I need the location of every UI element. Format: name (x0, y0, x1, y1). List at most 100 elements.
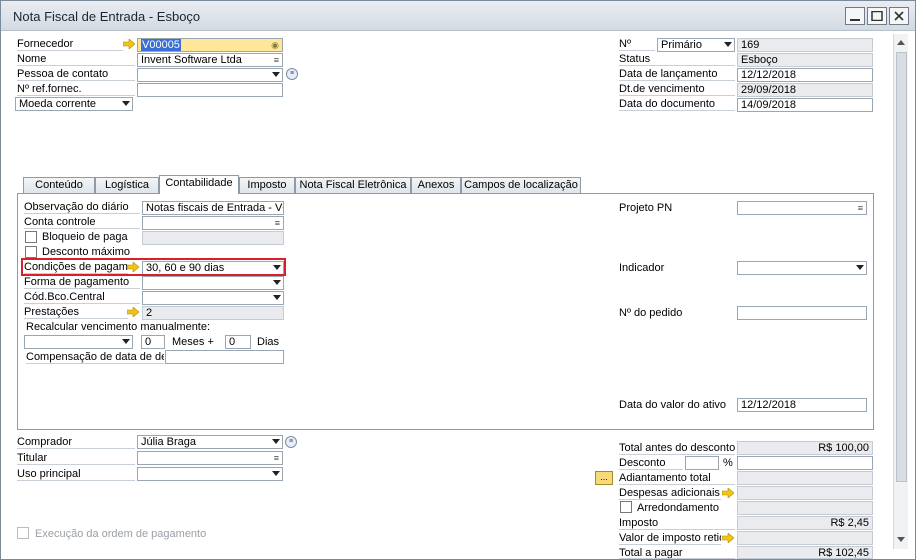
dropdown-arrow-icon (724, 42, 732, 47)
forma-pagamento-select[interactable] (142, 276, 284, 290)
cod-bco-select[interactable] (142, 291, 284, 305)
scroll-down-icon[interactable] (897, 537, 905, 542)
conta-controle-input[interactable]: ≡ (142, 216, 284, 230)
meses-input[interactable]: 0 (141, 335, 165, 349)
prestacoes-field: 2 (142, 306, 284, 320)
nome-value: Invent Software Ltda (141, 54, 242, 66)
obs-diario-label: Observação do diário (24, 201, 140, 214)
valor-retido-label: Valor de imposto retido (619, 532, 721, 545)
lines-icon[interactable]: ≡ (274, 56, 279, 65)
data-documento-value: 14/09/2018 (741, 99, 797, 111)
num-pedido-label: Nº do pedido (619, 307, 683, 319)
projeto-pn-input[interactable]: ≡ (737, 201, 867, 215)
desconto-maximo-checkbox[interactable] (25, 246, 37, 258)
recalcular-select[interactable] (24, 335, 133, 349)
minimize-button[interactable] (845, 7, 865, 25)
obs-diario-input[interactable]: Notas fiscais de Entrada - V0000 (142, 201, 284, 215)
nome-field[interactable]: Invent Software Ltda ≡ (137, 53, 283, 67)
tab-conteudo[interactable]: Conteúdo (23, 177, 95, 194)
dias-value: 0 (229, 336, 236, 348)
choose-from-list-icon[interactable]: ◉ (271, 41, 279, 50)
ref-fornec-label: Nº ref.fornec. (17, 83, 135, 96)
fornecedor-field[interactable]: V00005 ◉ (137, 38, 283, 52)
tab-nota-fiscal-eletronica[interactable]: Nota Fiscal Eletrônica (295, 177, 411, 194)
titular-label: Titular (17, 452, 135, 465)
tab-campos-localizacao[interactable]: Campos de localização (461, 177, 581, 194)
valor-retido-field (737, 531, 873, 545)
details-circle-icon[interactable]: ≡ (286, 68, 298, 80)
dropdown-arrow-icon (272, 72, 280, 77)
link-arrow-icon[interactable] (127, 307, 139, 317)
dropdown-arrow-icon (273, 280, 281, 285)
vertical-scrollbar[interactable] (893, 34, 908, 549)
numero-value: 169 (741, 39, 760, 51)
tab-anexos[interactable]: Anexos (411, 177, 461, 194)
comprador-value: Júlia Braga (141, 436, 197, 448)
close-button[interactable] (889, 7, 909, 25)
tab-contabilidade[interactable]: Contabilidade (159, 175, 239, 194)
arredondamento-checkbox[interactable] (620, 501, 632, 513)
data-lancamento-label: Data de lançamento (619, 68, 735, 81)
projeto-pn-label: Projeto PN (619, 202, 673, 214)
dt-vencimento-input[interactable]: 29/09/2018 (737, 83, 873, 97)
data-lancamento-input[interactable]: 12/12/2018 (737, 68, 873, 82)
tab-contabilidade-label: Contabilidade (165, 177, 233, 189)
dropdown-arrow-icon (856, 265, 864, 270)
pessoa-contato-select[interactable] (137, 68, 283, 82)
moeda-select[interactable]: Moeda corrente (15, 97, 133, 111)
titular-input[interactable]: ≡ (137, 451, 283, 465)
dropdown-arrow-icon (122, 339, 130, 344)
bloqueio-checkbox[interactable] (25, 231, 37, 243)
pessoa-contato-label: Pessoa de contato (17, 68, 135, 81)
execucao-checkbox[interactable] (17, 527, 29, 539)
conta-controle-label: Conta controle (24, 216, 140, 229)
adiantamento-field (737, 471, 873, 485)
arredondamento-field (737, 501, 873, 515)
cod-bco-label: Cód.Bco.Central (24, 291, 140, 304)
dt-vencimento-label: Dt.de vencimento (619, 83, 735, 96)
numero-field[interactable]: 169 (737, 38, 873, 52)
scroll-up-icon[interactable] (897, 40, 905, 45)
total-pagar-label: Total a pagar (619, 547, 735, 559)
dropdown-arrow-icon (273, 295, 281, 300)
total-antes-label: Total antes do desconto (619, 442, 735, 455)
scroll-thumb[interactable] (896, 52, 907, 482)
num-pedido-input[interactable] (737, 306, 867, 320)
adiantamento-label: Adiantamento total (619, 472, 735, 485)
maximize-button[interactable] (867, 7, 887, 25)
close-icon (894, 11, 904, 21)
indicador-select[interactable] (737, 261, 867, 275)
link-arrow-icon[interactable] (722, 533, 734, 543)
series-select[interactable]: Primário (657, 38, 735, 52)
uso-principal-label: Uso principal (17, 468, 135, 481)
data-documento-input[interactable]: 14/09/2018 (737, 98, 873, 112)
link-arrow-icon[interactable] (123, 39, 135, 49)
lines-icon[interactable]: ≡ (275, 219, 280, 228)
details-circle-icon[interactable]: ≡ (285, 436, 297, 448)
forma-pagamento-label: Forma de pagamento (24, 276, 140, 289)
lines-icon[interactable]: ≡ (858, 204, 863, 213)
data-valor-ativo-input[interactable]: 12/12/2018 (737, 398, 867, 412)
comprador-select[interactable]: Júlia Braga (137, 435, 283, 449)
desconto-value-input[interactable] (737, 456, 873, 470)
ref-fornec-input[interactable] (137, 83, 283, 97)
tab-logistica[interactable]: Logística (95, 177, 159, 194)
tab-conteudo-label: Conteúdo (35, 179, 83, 191)
compensacao-input[interactable] (165, 350, 284, 364)
adiantamento-button[interactable]: ... (595, 471, 613, 485)
tab-imposto[interactable]: Imposto (239, 177, 295, 194)
invoice-window: Nota Fiscal de Entrada - Esboço Forneced… (0, 0, 916, 560)
prestacoes-label: Prestações (24, 306, 128, 319)
total-pagar-value: R$ 102,45 (818, 547, 869, 559)
uso-principal-select[interactable] (137, 467, 283, 481)
tab-imposto-label: Imposto (247, 179, 287, 191)
dias-input[interactable]: 0 (225, 335, 251, 349)
execucao-label: Execução da ordem de pagamento (35, 528, 207, 540)
desconto-pct-input[interactable] (685, 456, 719, 470)
dt-vencimento-value: 29/09/2018 (741, 84, 797, 96)
despesas-label: Despesas adicionais (619, 487, 721, 500)
link-arrow-icon[interactable] (722, 488, 734, 498)
window-title: Nota Fiscal de Entrada - Esboço (13, 9, 201, 24)
lines-icon[interactable]: ≡ (274, 454, 279, 463)
status-value: Esboço (741, 54, 778, 66)
